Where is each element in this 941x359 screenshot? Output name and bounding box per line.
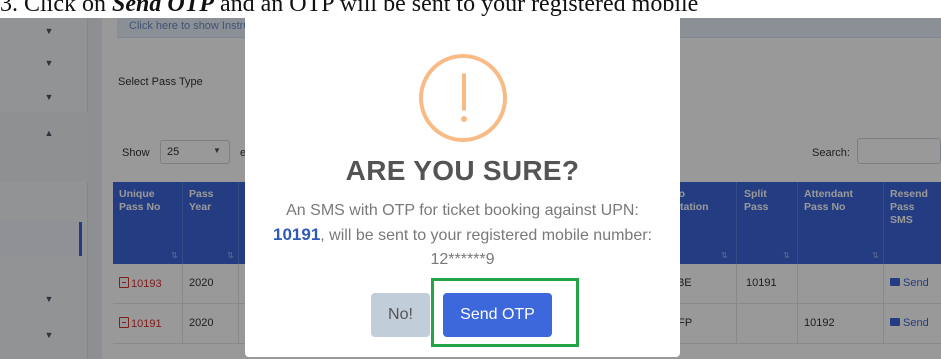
dialog-message: An SMS with OTP for ticket booking again… [273,202,652,268]
confirm-dialog: ARE YOU SURE? An SMS with OTP for ticket… [245,18,680,357]
screenshot: ▼ ▼ ▼ ▲ ▼ ▼ Click here to show Instructi… [0,18,941,359]
dialog-title: ARE YOU SURE? [345,155,580,186]
cancel-button[interactable]: No! [371,293,430,337]
instruction-caption: 3. Click on Send OTP and an OTP will be … [0,0,941,16]
exclamation-icon [419,54,507,142]
send-otp-button[interactable]: Send OTP [443,293,552,337]
upn-number: 10191 [273,225,321,244]
